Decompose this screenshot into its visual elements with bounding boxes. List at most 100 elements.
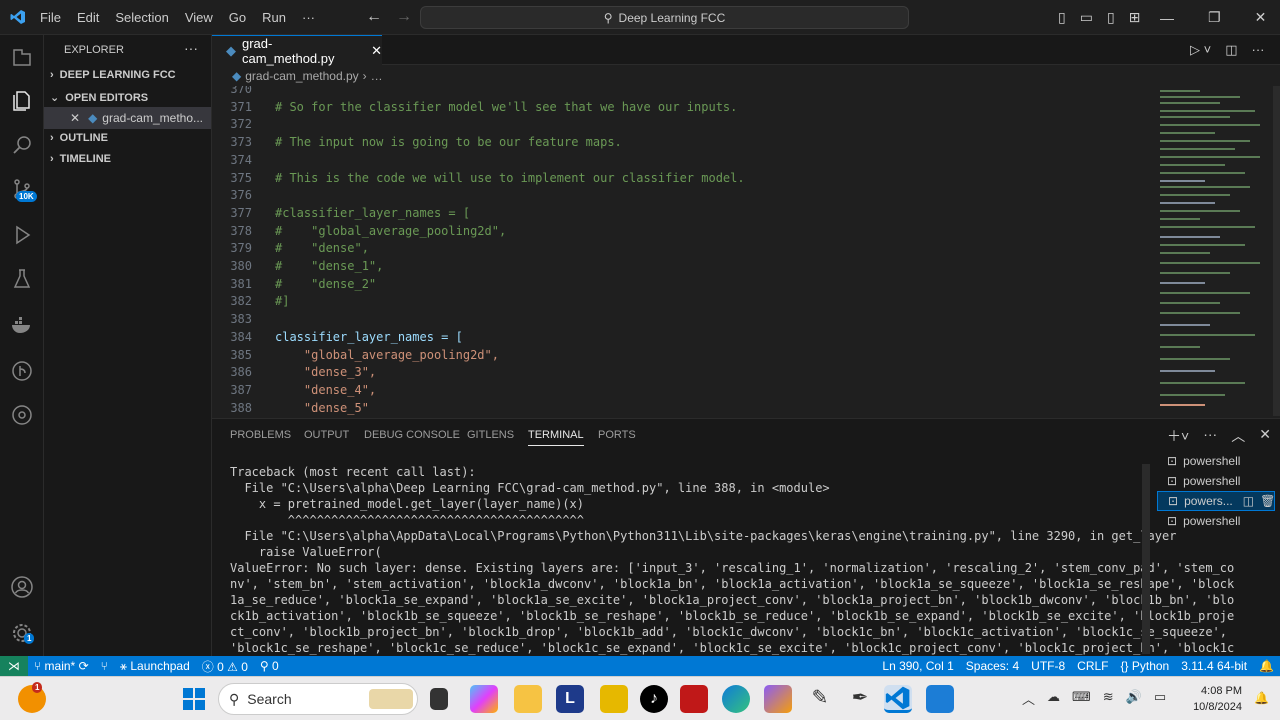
source-control-icon[interactable]: 10K <box>10 177 37 202</box>
pen-icon[interactable]: ✒ <box>846 685 874 713</box>
run-debug-icon[interactable] <box>10 223 34 247</box>
section-workspace[interactable]: › DEEP LEARNING FCC <box>50 69 176 81</box>
section-outline[interactable]: › OUTLINE <box>50 132 108 144</box>
clock[interactable]: 4:08 PM 10/8/2024 <box>1193 683 1242 715</box>
search-view-icon[interactable] <box>10 133 34 157</box>
terminal-instance[interactable]: ⊡ powershell <box>1157 471 1275 491</box>
restore-icon[interactable]: ❐ <box>1208 9 1221 26</box>
close-icon[interactable]: ✕ <box>70 111 80 125</box>
app-notes-icon[interactable] <box>600 685 628 713</box>
breadcrumb-file[interactable]: grad-cam_method.py <box>245 69 358 83</box>
remote-icon[interactable]: ⋊ <box>0 656 28 676</box>
menu-item[interactable]: Selection <box>107 10 176 25</box>
menu-item[interactable]: File <box>32 10 69 25</box>
forward-arrow-icon[interactable]: → <box>396 8 412 26</box>
minimap[interactable] <box>1155 86 1280 416</box>
ports-status[interactable]: ⚲ 0 <box>254 659 285 673</box>
language-mode[interactable]: {} Python <box>1115 659 1176 673</box>
open-editor-item[interactable]: ✕ ◆ grad-cam_metho... <box>44 107 211 129</box>
line-ending[interactable]: CRLF <box>1071 659 1114 673</box>
terminal-output[interactable]: Traceback (most recent call last): File … <box>230 464 1234 656</box>
command-center[interactable]: ⚲ Deep Learning FCC <box>420 6 909 29</box>
clipchamp-icon[interactable] <box>764 685 792 713</box>
new-terminal-icon[interactable]: ＋˅ <box>1167 426 1189 446</box>
panel-tab-ports[interactable]: PORTS <box>598 429 636 441</box>
file-explorer-icon[interactable] <box>514 685 542 713</box>
panel-tab-debug-console[interactable]: DEBUG CONSOLE <box>364 429 460 441</box>
split-editor-icon[interactable]: ◫ <box>1225 42 1237 58</box>
toggle-secondary-sidebar-icon[interactable]: ▯ <box>1107 9 1115 26</box>
sync-icon[interactable]: ⑂ <box>95 659 114 673</box>
breadcrumb-more[interactable]: … <box>371 69 383 83</box>
toggle-sidebar-icon[interactable]: ▯ <box>1058 9 1066 26</box>
launchpad-status[interactable]: ⚹ Launchpad <box>114 659 196 674</box>
close-window-icon[interactable]: ✕ <box>1255 9 1267 26</box>
mcafee-icon[interactable] <box>680 685 708 713</box>
accounts-icon[interactable] <box>10 575 34 599</box>
onedrive-cloud-icon[interactable]: ☁ <box>1047 689 1060 708</box>
encoding[interactable]: UTF-8 <box>1025 659 1071 673</box>
minimize-icon[interactable]: — <box>1160 10 1174 26</box>
gitlens-icon[interactable] <box>10 359 34 383</box>
edge-browser-icon[interactable] <box>722 685 750 713</box>
menu-item[interactable]: ··· <box>294 10 323 25</box>
kill-terminal-icon[interactable]: 🗑 <box>1260 494 1275 508</box>
start-windows-icon[interactable] <box>180 685 208 713</box>
cursor-position[interactable]: Ln 390, Col 1 <box>876 659 959 673</box>
menu-item[interactable]: View <box>177 10 221 25</box>
run-file-icon[interactable]: ▷ ˅ <box>1190 42 1211 58</box>
vscode-taskbar-icon[interactable] <box>884 685 912 713</box>
section-open-editors[interactable]: ⌄ OPEN EDITORS <box>50 91 148 105</box>
more-actions-icon[interactable]: ··· <box>184 40 198 56</box>
customize-layout-icon[interactable]: ⊞ <box>1129 9 1141 26</box>
more-actions-icon[interactable]: ··· <box>1203 426 1217 446</box>
terminal-instance[interactable]: ⊡ powershell <box>1157 451 1275 471</box>
code-line: #classifier_layer_names = [ <box>275 205 471 220</box>
section-timeline[interactable]: › TIMELINE <box>50 153 111 165</box>
chevron-up-icon[interactable]: ︿ <box>1022 689 1035 708</box>
more-actions-icon[interactable]: ··· <box>1252 42 1265 58</box>
panel-tab-output[interactable]: OUTPUT <box>304 429 349 441</box>
toggle-panel-icon[interactable]: ▭ <box>1080 9 1093 26</box>
gitlens-inspect-icon[interactable] <box>10 403 34 427</box>
settings-gear-icon[interactable]: 1 <box>10 621 35 645</box>
terminal-instance[interactable]: ⊡ powers... ◫ 🗑 <box>1157 491 1275 511</box>
docker-icon[interactable] <box>10 313 34 337</box>
task-view-icon[interactable] <box>430 688 448 710</box>
explorer-icon[interactable] <box>10 89 34 113</box>
taskbar-search[interactable]: ⚲ Search <box>218 683 418 715</box>
problems-status[interactable]: ⓧ 0 ⚠ 0 <box>196 658 254 675</box>
maximize-panel-icon[interactable]: ︿ <box>1231 426 1245 446</box>
pen-icon[interactable]: ✎ <box>806 685 834 713</box>
notification-bell-icon[interactable]: 🔔 <box>1254 691 1269 705</box>
close-tab-icon[interactable]: ✕ <box>371 43 382 59</box>
branch-status[interactable]: ⑂ main* ⟳ <box>28 659 95 673</box>
notifications-bell-icon[interactable]: 🔔 <box>1253 659 1280 673</box>
code-editor[interactable]: 370 371 # So for the classifier model we'l… <box>212 86 1152 416</box>
split-terminal-icon[interactable]: ◫ <box>1243 494 1254 508</box>
close-panel-icon[interactable]: ✕ <box>1259 426 1271 446</box>
panel-tab-terminal[interactable]: TERMINAL <box>528 429 584 446</box>
menu-item[interactable]: Go <box>221 10 254 25</box>
app-window-icon[interactable] <box>926 685 954 713</box>
terminal-scrollbar[interactable] <box>1142 464 1150 654</box>
panel-tab-problems[interactable]: PROBLEMS <box>230 429 291 441</box>
menu-item[interactable]: Run <box>254 10 294 25</box>
weather-widget-icon[interactable]: 1 <box>18 682 46 713</box>
volume-icon[interactable]: 🔊 <box>1126 689 1142 708</box>
terminal-instance[interactable]: ⊡ powershell <box>1157 511 1275 531</box>
indentation[interactable]: Spaces: 4 <box>960 659 1025 673</box>
back-arrow-icon[interactable]: ← <box>366 8 382 26</box>
testing-flask-icon[interactable] <box>10 267 34 291</box>
copilot-icon[interactable] <box>470 685 498 713</box>
explorer-files-icon[interactable] <box>10 45 34 69</box>
panel-tab-gitlens[interactable]: GITLENS <box>467 429 514 441</box>
menu-item[interactable]: Edit <box>69 10 107 25</box>
tab-grad-cam-method[interactable]: ◆ grad-cam_method.py ✕ <box>212 35 382 66</box>
battery-icon[interactable]: ▭ <box>1154 689 1166 708</box>
app-l-icon[interactable]: L <box>556 685 584 713</box>
python-interpreter[interactable]: 3.11.4 64-bit <box>1175 659 1253 673</box>
tiktok-icon[interactable]: ♪ <box>640 685 668 713</box>
language-icon[interactable]: ⌨ <box>1072 689 1091 708</box>
wifi-icon[interactable]: ≋ <box>1103 689 1114 708</box>
